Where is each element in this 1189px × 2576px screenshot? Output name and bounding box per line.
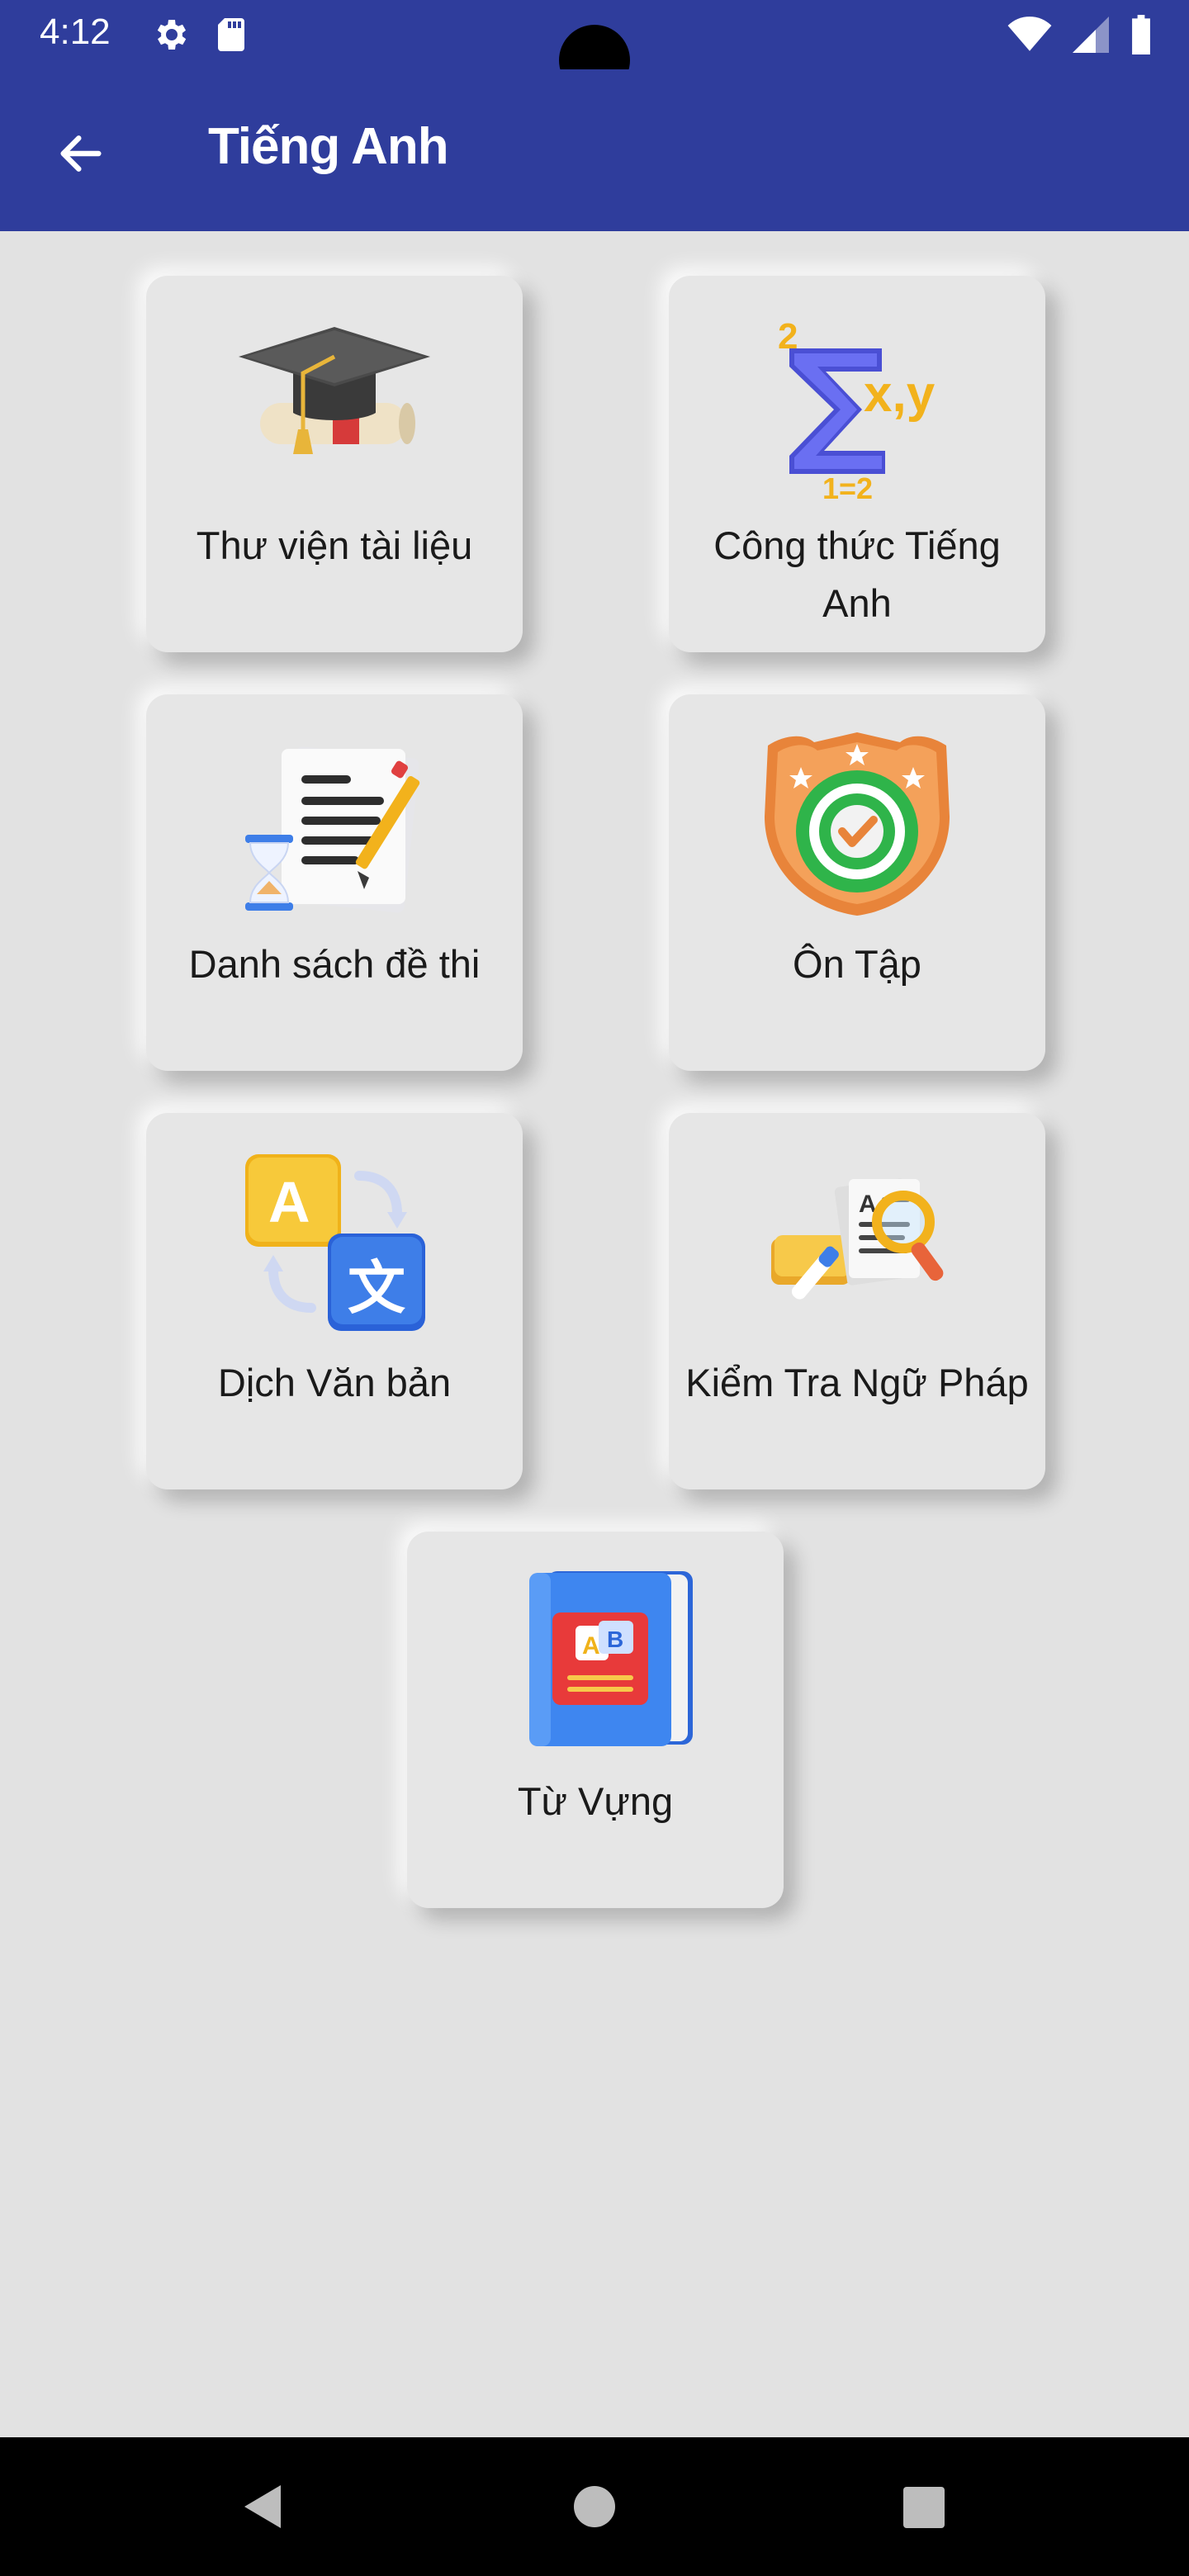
- badge-check-icon: [765, 732, 950, 916]
- arrow-left-icon: [60, 135, 102, 172]
- signal-icon: [1073, 17, 1109, 53]
- menu-card-vocabulary[interactable]: A B Từ Vựng: [407, 1532, 784, 1908]
- page-title: Tiếng Anh: [208, 118, 449, 175]
- exam-paper-icon: [245, 746, 420, 913]
- menu-card-formulas[interactable]: 2 x,y 1=2 Công thức Tiếng Anh: [669, 276, 1045, 652]
- menu-card-review[interactable]: Ôn Tập: [669, 694, 1045, 1071]
- sigma-formula-icon: 2 x,y 1=2: [778, 316, 936, 504]
- status-time: 4:12: [40, 12, 111, 52]
- graduation-cap-icon: [239, 327, 430, 454]
- home-circle-icon[interactable]: [565, 2477, 624, 2536]
- menu-card-label: Thư viện tài liệu: [196, 523, 473, 567]
- menu-card-label: Từ Vựng: [517, 1779, 674, 1823]
- svg-text:文: 文: [348, 1254, 405, 1322]
- menu-card-label: Dịch Văn bản: [217, 1361, 452, 1404]
- svg-text:B: B: [607, 1627, 623, 1652]
- app-bar: Tiếng Anh: [0, 69, 1189, 231]
- svg-text:x,y: x,y: [864, 366, 936, 423]
- status-bar: 4:12: [0, 0, 1189, 96]
- sd-card-icon: [218, 18, 244, 51]
- menu-card-exams[interactable]: Danh sách đề thi: [146, 694, 523, 1071]
- back-button[interactable]: [46, 119, 116, 188]
- menu-card-library[interactable]: Thư viện tài liệu: [146, 276, 523, 652]
- svg-text:A: A: [582, 1632, 600, 1660]
- back-triangle-icon[interactable]: [233, 2477, 292, 2536]
- menu-card-label: Ôn Tập: [793, 942, 921, 986]
- wifi-icon: [1007, 17, 1052, 51]
- svg-text:1=2: 1=2: [822, 471, 873, 504]
- translate-icon: A 文: [245, 1154, 425, 1331]
- menu-card-label: Kiểm Tra Ngữ Pháp: [685, 1361, 1029, 1404]
- battery-icon: [1132, 15, 1150, 54]
- menu-card-translate[interactable]: A 文 Dịch Văn bản: [146, 1113, 523, 1489]
- gear-icon: [157, 20, 187, 50]
- grammar-check-icon: A: [771, 1178, 944, 1300]
- svg-text:A: A: [268, 1170, 310, 1234]
- system-nav-bar: [0, 2437, 1189, 2576]
- svg-text:2: 2: [778, 316, 798, 357]
- menu-card-label: Công thức Tiếng Anh: [713, 523, 1001, 625]
- menu-card-grammar-check[interactable]: A Kiểm Tra Ngữ Pháp: [669, 1113, 1045, 1489]
- recents-square-icon[interactable]: [893, 2477, 953, 2536]
- vocabulary-book-icon: A B: [529, 1571, 693, 1746]
- menu-card-label: Danh sách đề thi: [188, 942, 481, 986]
